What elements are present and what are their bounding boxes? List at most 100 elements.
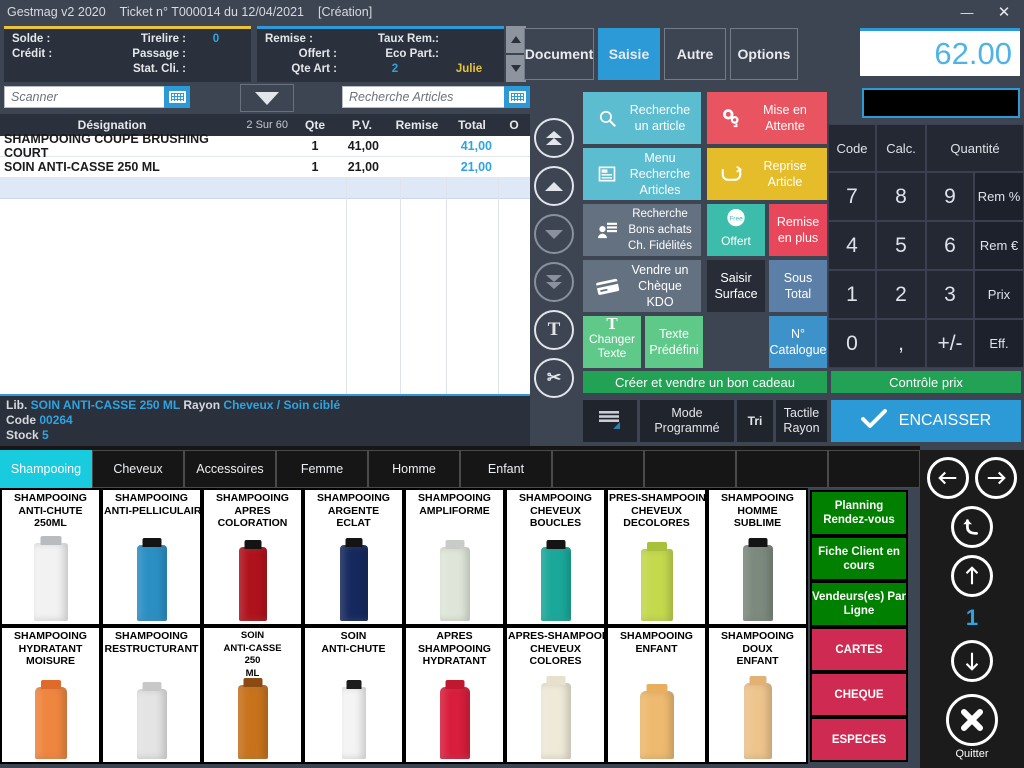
category-tab-empty-2[interactable] bbox=[644, 450, 736, 488]
cut-tool-button[interactable]: ✂ bbox=[534, 358, 574, 398]
category-tab-empty-3[interactable] bbox=[736, 450, 828, 488]
product-tile[interactable]: SHAMPOOING HOMME SUBLIME bbox=[707, 488, 808, 626]
controle-prix-button[interactable]: Contrôle prix bbox=[831, 371, 1021, 393]
tab-document[interactable]: Document bbox=[524, 28, 594, 80]
keypad-calc-button[interactable]: Calc. bbox=[876, 124, 926, 172]
table-row[interactable]: SOIN ANTI-CASSE 250 ML 1 21,00 21,00 bbox=[0, 157, 530, 178]
table-row-empty[interactable] bbox=[0, 178, 530, 199]
dropdown-expand-button[interactable] bbox=[240, 84, 294, 112]
changer-texte-button[interactable]: T Changer Texte bbox=[583, 315, 641, 368]
product-tile[interactable]: SHAMPOOING ENFANT bbox=[606, 626, 707, 764]
keypad-rem-euro[interactable]: Rem € bbox=[974, 221, 1024, 270]
product-tile[interactable]: SHAMPOOING ARGENTE ECLAT bbox=[303, 488, 404, 626]
product-tile[interactable]: SOIN ANTI-CASSE 250 ML bbox=[202, 626, 303, 764]
category-tab-femme[interactable]: Femme bbox=[276, 450, 368, 488]
product-tile[interactable]: SHAMPOOING HYDRATANT MOISURE bbox=[0, 626, 101, 764]
tactile-rayon-button[interactable]: Tactile Rayon bbox=[776, 400, 827, 442]
scroll-to-bottom-button[interactable] bbox=[534, 262, 574, 302]
keypad-4[interactable]: 4 bbox=[828, 221, 876, 270]
spinner-down-button[interactable] bbox=[506, 55, 526, 82]
scroll-up-button[interactable] bbox=[534, 166, 574, 206]
reprise-article-button[interactable]: Reprise Article bbox=[707, 148, 827, 200]
next-page-button[interactable] bbox=[975, 457, 1017, 499]
product-tile[interactable]: SHAMPOOING ANTI-PELLICULAIRE bbox=[101, 488, 202, 626]
remise-en-plus-button[interactable]: Remise en plus bbox=[769, 204, 827, 256]
category-tab-accessoires[interactable]: Accessoires bbox=[184, 450, 276, 488]
keypad-quantite-button[interactable]: Quantité bbox=[926, 124, 1024, 172]
product-tile[interactable]: SHAMPOOING DOUX ENFANT bbox=[707, 626, 808, 764]
category-tab-shampooing[interactable]: Shampooing bbox=[0, 450, 92, 488]
planning-rendez-vous-button[interactable]: Planning Rendez-vous bbox=[810, 490, 908, 536]
scroll-to-top-button[interactable] bbox=[534, 118, 574, 158]
especes-button[interactable]: ESPECES bbox=[810, 717, 908, 762]
product-tile[interactable]: APRES-SHAMPOOINGCHEVEUXCOLORES bbox=[505, 626, 606, 764]
keypad-8[interactable]: 8 bbox=[876, 172, 926, 221]
table-row[interactable]: SHAMPOOING COUPE BRUSHING COURT 1 41,00 … bbox=[0, 132, 530, 160]
minimize-icon[interactable]: — bbox=[950, 0, 984, 24]
product-tile[interactable]: SHAMPOOING CHEVEUX BOUCLES bbox=[505, 488, 606, 626]
product-tile[interactable]: SHAMPOOING RESTRUCTURANT bbox=[101, 626, 202, 764]
cheque-button[interactable]: CHEQUE bbox=[810, 672, 908, 717]
keypad-6[interactable]: 6 bbox=[926, 221, 974, 270]
page-down-button[interactable] bbox=[951, 640, 993, 682]
category-tab-empty-1[interactable] bbox=[552, 450, 644, 488]
tab-options[interactable]: Options bbox=[730, 28, 798, 80]
product-tile[interactable]: SOIN ANTI-CHUTE bbox=[303, 626, 404, 764]
scanner-keyboard-icon[interactable] bbox=[164, 86, 190, 108]
n-catalogue-button[interactable]: N° Catalogue bbox=[769, 316, 827, 368]
keypad-code-button[interactable]: Code bbox=[828, 124, 876, 172]
keypad-2[interactable]: 2 bbox=[876, 270, 926, 319]
scanner-input[interactable]: Scanner bbox=[4, 86, 190, 108]
category-tab-cheveux[interactable]: Cheveux bbox=[92, 450, 184, 488]
keypad-9[interactable]: 9 bbox=[926, 172, 974, 221]
menu-recherche-articles-button[interactable]: Menu Recherche Articles bbox=[583, 148, 701, 200]
recherche-article-button[interactable]: Recherche un article bbox=[583, 92, 701, 144]
ticket-table-body[interactable]: SHAMPOOING COUPE BRUSHING COURT 1 41,00 … bbox=[0, 132, 530, 394]
keypad-prix[interactable]: Prix bbox=[974, 270, 1024, 319]
keypad-rem-percent[interactable]: Rem % bbox=[974, 172, 1024, 221]
keypad-5[interactable]: 5 bbox=[876, 221, 926, 270]
tri-button[interactable]: Tri bbox=[737, 400, 773, 442]
text-tool-button[interactable]: TT bbox=[534, 310, 574, 350]
texte-predefini-button[interactable]: Texte Prédéfini bbox=[645, 316, 703, 368]
close-icon[interactable]: ✕ bbox=[984, 0, 1024, 24]
spinner-up-button[interactable] bbox=[506, 26, 526, 53]
entry-display[interactable] bbox=[862, 88, 1020, 118]
category-tab-empty-4[interactable] bbox=[828, 450, 920, 488]
fiche-client-button[interactable]: Fiche Client en cours bbox=[810, 536, 908, 581]
product-tile[interactable]: SHAMPOOING ANTI-CHUTE 250ML bbox=[0, 488, 101, 626]
saisir-surface-button[interactable]: Saisir Surface bbox=[707, 260, 765, 312]
article-search-input[interactable]: Recherche Articles bbox=[342, 86, 530, 108]
back-button[interactable] bbox=[951, 506, 993, 548]
cartes-button[interactable]: CARTES bbox=[810, 627, 908, 672]
keypad-comma[interactable]: , bbox=[876, 319, 926, 368]
product-tile[interactable]: SHAMPOOING APRES COLORATION bbox=[202, 488, 303, 626]
mise-en-attente-button[interactable]: Mise en Attente bbox=[707, 92, 827, 144]
keypad-plusminus[interactable]: +/- bbox=[926, 319, 974, 368]
product-tile[interactable]: SHAMPOOING AMPLIFORME bbox=[404, 488, 505, 626]
category-tab-enfant[interactable]: Enfant bbox=[460, 450, 552, 488]
page-up-button[interactable] bbox=[951, 555, 993, 597]
previous-page-button[interactable] bbox=[927, 457, 969, 499]
bon-cadeau-button[interactable]: Créer et vendre un bon cadeau bbox=[583, 371, 827, 393]
mode-programme-button[interactable]: Mode Programmé bbox=[640, 400, 734, 442]
tab-autre[interactable]: Autre bbox=[664, 28, 726, 80]
encaisser-button[interactable]: ENCAISSER bbox=[831, 400, 1021, 442]
vendeurs-par-ligne-button[interactable]: Vendeurs(es) Par Ligne bbox=[810, 581, 908, 627]
keypad-7[interactable]: 7 bbox=[828, 172, 876, 221]
tab-saisie[interactable]: Saisie bbox=[598, 28, 660, 80]
vendre-cheque-kdo-button[interactable]: Vendre un Chèque KDO bbox=[583, 260, 701, 312]
info-spinner[interactable] bbox=[506, 26, 526, 82]
lines-mode-button[interactable] bbox=[583, 400, 637, 442]
keypad-3[interactable]: 3 bbox=[926, 270, 974, 319]
offert-button[interactable]: Free Offert bbox=[707, 204, 765, 256]
product-tile[interactable]: APRES SHAMPOOING HYDRATANT bbox=[404, 626, 505, 764]
keypad-effacer[interactable]: Eff. bbox=[974, 319, 1024, 368]
product-tile[interactable]: PRES-SHAMPOOING CHEVEUX DECOLORES bbox=[606, 488, 707, 626]
sous-total-button[interactable]: Sous Total bbox=[769, 260, 827, 312]
keypad-0[interactable]: 0 bbox=[828, 319, 876, 368]
recherche-bons-achats-button[interactable]: Recherche Bons achats Ch. Fidélités bbox=[583, 204, 701, 256]
keypad-1[interactable]: 1 bbox=[828, 270, 876, 319]
scroll-down-button[interactable] bbox=[534, 214, 574, 254]
category-tab-homme[interactable]: Homme bbox=[368, 450, 460, 488]
